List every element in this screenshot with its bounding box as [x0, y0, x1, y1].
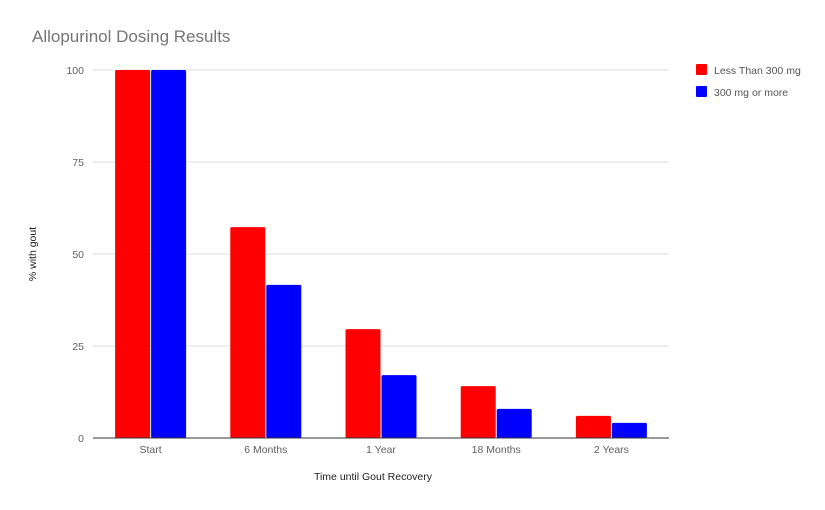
x-tick-label: 2 Years — [594, 444, 629, 456]
x-axis-title: Time until Gout Recovery — [314, 471, 433, 483]
y-axis-title: % with gout — [27, 227, 39, 281]
y-tick-label: 25 — [72, 341, 84, 353]
bar-less-than-300mg-start — [115, 70, 151, 438]
x-tick-label: 1 Year — [366, 444, 396, 456]
legend-swatch — [696, 86, 707, 97]
x-tick-label: 18 Months — [472, 444, 521, 456]
x-axis-ticks: Start 6 Months 1 Year 18 Months 2 Years — [140, 444, 629, 456]
bar-less-than-300mg-18-months — [460, 386, 496, 438]
bar-300mg-or-more-start — [151, 70, 187, 438]
x-tick-label: Start — [140, 444, 162, 456]
y-axis-ticks: 0 25 50 75 100 — [66, 65, 84, 445]
bar-less-than-300mg-6-months — [230, 227, 266, 438]
bar-300mg-or-more-6-months — [266, 284, 302, 438]
x-tick-label: 6 Months — [244, 444, 287, 456]
bar-less-than-300mg-2-years — [575, 415, 611, 438]
y-tick-label: 100 — [66, 65, 84, 77]
y-tick-label: 75 — [72, 157, 84, 169]
y-tick-label: 0 — [78, 433, 84, 445]
chart-title: Allopurinol Dosing Results — [32, 27, 230, 46]
legend-swatch — [696, 64, 707, 75]
bar-300mg-or-more-1-year — [381, 375, 417, 438]
legend-label: 300 mg or more — [714, 87, 788, 99]
bar-less-than-300mg-1-year — [345, 329, 381, 438]
bar-300mg-or-more-18-months — [496, 408, 532, 438]
legend-label: Less Than 300 mg — [714, 65, 801, 77]
chart: Allopurinol Dosing Results 0 25 50 75 100 St… — [27, 27, 801, 483]
bar-300mg-or-more-2-years — [611, 422, 647, 438]
legend: Less Than 300 mg 300 mg or more — [696, 64, 801, 99]
y-tick-label: 50 — [72, 249, 84, 261]
